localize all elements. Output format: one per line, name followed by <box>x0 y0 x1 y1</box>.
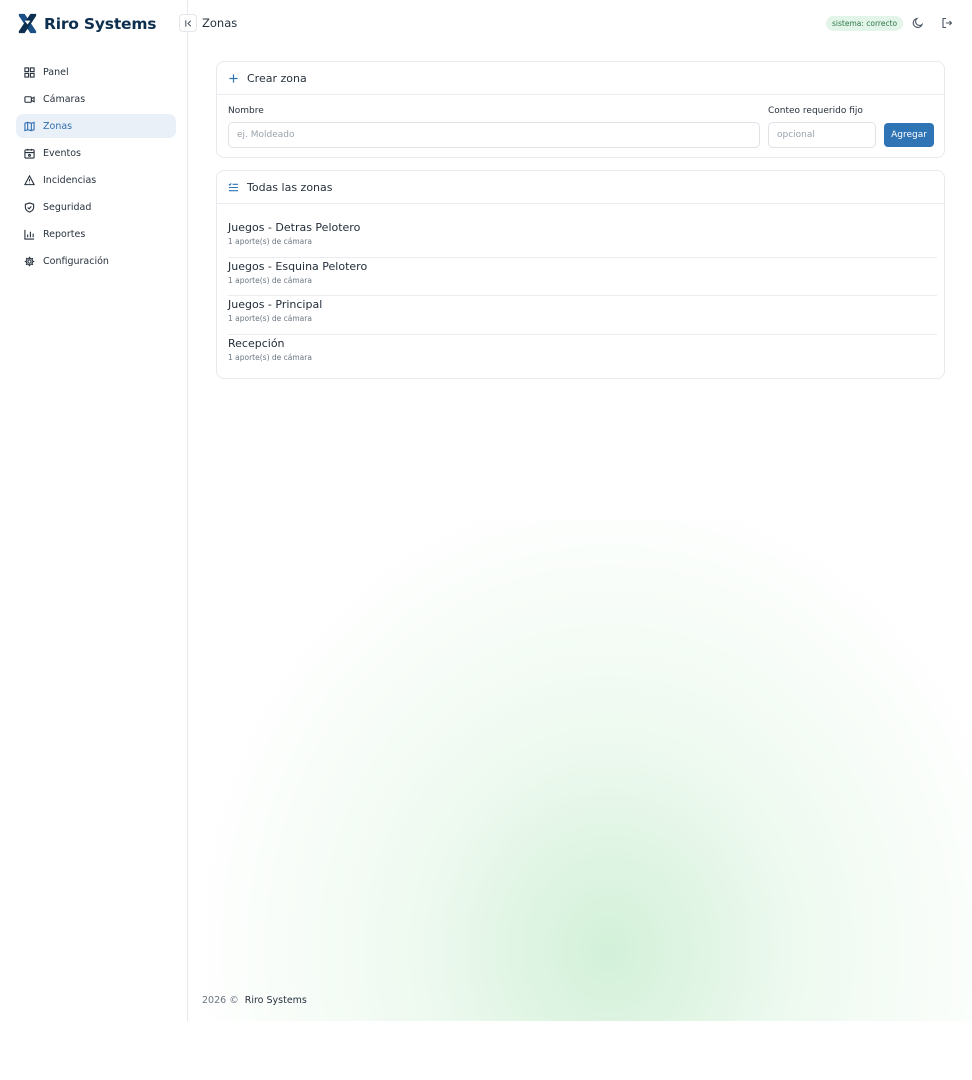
plus-icon <box>229 73 238 83</box>
footer: 2026 © Riro Systems <box>202 995 307 1006</box>
sidebar-item-label: Cámaras <box>43 93 86 105</box>
zone-meta: 1 aporte(s) de cámara <box>228 237 312 246</box>
sidebar: Riro Systems Panel Cámaras Zonas Eventos… <box>0 0 188 1021</box>
list-item[interactable]: Juegos - Detras Pelotero 1 aporte(s) de … <box>228 219 937 258</box>
collapse-sidebar-icon <box>184 19 191 27</box>
sidebar-item-label: Reportes <box>43 228 86 240</box>
sidebar-item-label: Eventos <box>43 147 81 159</box>
list-icon <box>228 182 239 191</box>
warning-triangle-icon <box>24 174 35 185</box>
brand[interactable]: Riro Systems <box>16 12 157 35</box>
create-zone-card: Crear zona Nombre Conteo requerido fijo … <box>216 61 945 158</box>
name-label: Nombre <box>228 106 264 116</box>
logout-icon <box>942 17 953 29</box>
background-glow <box>189 520 972 1021</box>
zone-name: Juegos - Detras Pelotero <box>228 221 361 234</box>
sidebar-nav: Panel Cámaras Zonas Eventos Incidencias … <box>16 60 176 276</box>
all-zones-header: Todas las zonas <box>217 171 944 204</box>
zone-name: Recepción <box>228 336 285 350</box>
dashboard-grid-icon <box>24 66 35 78</box>
sidebar-item-zonas[interactable]: Zonas <box>16 114 176 138</box>
sidebar-item-label: Configuración <box>43 255 109 267</box>
status-badge: sistema: correcto <box>826 16 904 31</box>
sidebar-item-incidencias[interactable]: Incidencias <box>16 168 176 192</box>
create-zone-title: Crear zona <box>247 71 307 85</box>
footer-brand: Riro Systems <box>244 995 307 1006</box>
brand-name: Riro Systems <box>44 14 157 33</box>
sidebar-item-seguridad[interactable]: Seguridad <box>16 195 176 219</box>
list-item[interactable]: Juegos - Esquina Pelotero 1 aporte(s) de… <box>228 258 937 296</box>
sidebar-item-label: Incidencias <box>43 174 97 186</box>
sidebar-item-panel[interactable]: Panel <box>16 60 176 84</box>
zone-name: Juegos - Principal <box>228 298 323 311</box>
sidebar-item-label: Zonas <box>43 120 73 132</box>
theme-toggle-button[interactable] <box>911 16 925 30</box>
list-item[interactable]: Recepción 1 aporte(s) de cámara <box>228 335 937 374</box>
sidebar-item-reportes[interactable]: Reportes <box>16 222 176 246</box>
collapse-sidebar-button[interactable] <box>179 14 197 32</box>
zone-name: Juegos - Esquina Pelotero <box>228 259 368 273</box>
add-zone-button[interactable]: Agregar <box>884 123 934 147</box>
list-item[interactable]: Juegos - Principal 1 aporte(s) de cámara <box>228 296 937 335</box>
moon-icon <box>912 17 924 28</box>
footer-year: 2026 © <box>202 995 239 1006</box>
sidebar-item-configuracion[interactable]: Configuración <box>16 249 176 273</box>
page-title: Zonas <box>202 16 238 30</box>
create-zone-header: Crear zona <box>217 62 944 95</box>
sidebar-item-camaras[interactable]: Cámaras <box>16 87 176 111</box>
zone-list: Juegos - Detras Pelotero 1 aporte(s) de … <box>228 219 937 373</box>
sidebar-item-eventos[interactable]: Eventos <box>16 141 176 165</box>
bar-chart-icon <box>24 229 35 240</box>
count-label: Conteo requerido fijo <box>768 106 863 116</box>
all-zones-card: Todas las zonas Juegos - Detras Pelotero… <box>216 170 945 379</box>
logout-button[interactable] <box>940 16 954 30</box>
all-zones-title: Todas las zonas <box>247 180 333 194</box>
riro-logo-icon <box>18 13 37 34</box>
count-input[interactable] <box>768 122 876 148</box>
video-camera-icon <box>24 95 35 103</box>
shield-check-icon <box>24 201 35 213</box>
name-input[interactable] <box>228 122 760 148</box>
calendar-icon <box>24 148 35 159</box>
sidebar-item-label: Seguridad <box>43 201 92 213</box>
map-icon <box>24 121 35 131</box>
gear-icon <box>24 256 35 266</box>
sidebar-item-label: Panel <box>43 66 69 78</box>
zone-meta: 1 aporte(s) de cámara <box>228 352 312 362</box>
zone-meta: 1 aporte(s) de cámara <box>228 275 312 285</box>
zone-meta: 1 aporte(s) de cámara <box>228 314 312 323</box>
